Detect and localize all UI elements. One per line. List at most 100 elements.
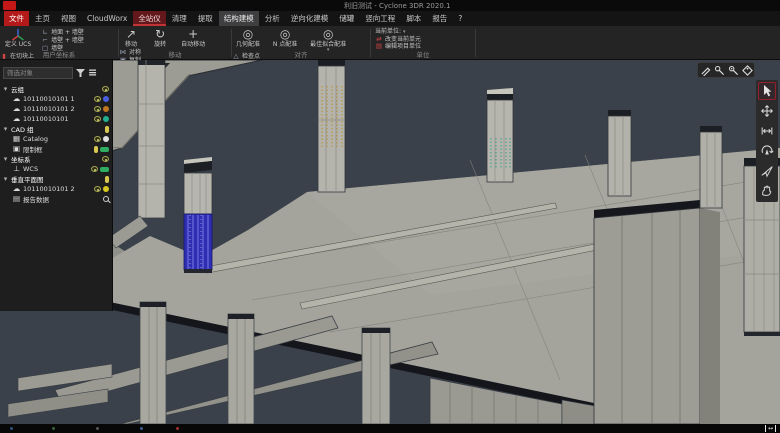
ribbon-group-align: ◎ 几何配准 ◎ N 点配准 ◎ 最佳拟合配准 ▾ △ 检查点 对齐 (232, 26, 370, 60)
auto-move-label: 自动移动 (181, 41, 205, 48)
tab-script[interactable]: 脚本 (401, 11, 426, 26)
tree-item-limit-box[interactable]: ▣ 限制框 (0, 144, 112, 154)
measure-icon[interactable] (700, 61, 711, 80)
ucs-wall-wall-button[interactable]: ⌐ 墙壁 + 墙壁 (41, 37, 84, 44)
eye-icon[interactable] (102, 156, 109, 162)
eye-icon[interactable] (94, 116, 101, 122)
tab-vertical-works[interactable]: 竖向工程 (360, 11, 400, 26)
tab-tank[interactable]: 储罐 (334, 11, 359, 26)
tab-extract[interactable]: 提取 (193, 11, 218, 26)
taskbar-dot (96, 427, 99, 430)
wcs-axis-icon: ⊥ (12, 164, 21, 174)
label-pen2-icon[interactable] (728, 61, 739, 80)
filter-funnel-icon[interactable] (76, 63, 85, 82)
current-unit-dropdown[interactable]: 当前单位: ▾ (375, 28, 475, 35)
toggle-on[interactable] (100, 147, 109, 152)
eye-icon[interactable] (91, 166, 98, 172)
chevron-down-icon[interactable]: ▾ (2, 174, 9, 184)
auto-move-button[interactable]: + 自动移动 (177, 28, 209, 48)
tab-help[interactable]: ? (453, 11, 467, 26)
tree-group-vertical-plan[interactable]: ▾ 垂直平面图 (0, 174, 112, 184)
tab-view[interactable]: 视图 (56, 11, 81, 26)
tree-item-wcs[interactable]: ⊥ WCS (0, 164, 112, 174)
taskbar-dot (176, 427, 179, 430)
label-pen-icon[interactable] (714, 61, 725, 80)
tree-group-coordinate-systems[interactable]: ▾ 坐标系 (0, 154, 112, 164)
n-point-registration-button[interactable]: ◎ N 点配准 (269, 28, 301, 48)
tab-survey[interactable]: 全站仪 (133, 11, 166, 26)
pan-hand-button[interactable] (758, 182, 776, 200)
eye-icon[interactable] (94, 106, 101, 112)
chevron-down-icon[interactable]: ▾ (2, 124, 9, 134)
tree-item-label: 10110010101 2 (23, 105, 75, 113)
tab-reverse-modeling[interactable]: 逆向化建模 (286, 11, 334, 26)
color-swatch[interactable] (103, 136, 109, 142)
point-cloud-icon: ☁ (12, 94, 21, 104)
visibility-bulb-icon[interactable] (105, 126, 109, 133)
define-ucs-label: 定义 UCS (5, 41, 31, 48)
geometry-registration-button[interactable]: ◎ 几何配准 (232, 28, 264, 48)
rotate-icon: ↻ (155, 28, 165, 41)
magnifier-icon[interactable] (103, 196, 109, 202)
tree-item-cloud-3[interactable]: ☁ 10110010101 (0, 114, 112, 124)
ribbon-group-ucs: 定义 UCS ∟ 地面 + 墙壁 ⌐ 墙壁 + 墙壁 □ 墙壁 ▮ (0, 26, 118, 60)
ucs-ground-wall-button[interactable]: ∟ 地面 + 墙壁 (41, 29, 84, 36)
rotate-button[interactable]: ↻ 旋转 (148, 28, 172, 48)
color-swatch[interactable] (103, 106, 109, 112)
color-swatch[interactable] (103, 96, 109, 102)
measure-toolbar (697, 62, 755, 78)
orbit-button[interactable] (758, 142, 776, 160)
color-swatch[interactable] (103, 116, 109, 122)
tab-home[interactable]: 主页 (30, 11, 55, 26)
tree-group-cad[interactable]: ▾ CAD 组 (0, 124, 112, 134)
current-unit-label: 当前单位: (375, 28, 401, 35)
tree-item-label: 10110010101 (23, 115, 69, 123)
tab-clean[interactable]: 清理 (167, 11, 192, 26)
project-tree-panel: ≡ ▾ 云组 ☁ 10110010101 1 ☁ 10110010101 2 ☁… (0, 60, 113, 311)
visibility-bulb-icon[interactable] (94, 146, 98, 153)
tree-item-catalog[interactable]: ▦ Catalog (0, 134, 112, 144)
filter-objects-input[interactable] (3, 67, 73, 79)
toggle-on[interactable] (100, 167, 109, 172)
fly-button[interactable] (758, 162, 776, 180)
app-icon[interactable] (3, 1, 16, 10)
tab-cloudworx[interactable]: CloudWorx (82, 11, 132, 26)
color-swatch[interactable] (103, 186, 109, 192)
tree-item-cloud-4[interactable]: ☁ 10110010101 2 (0, 184, 112, 194)
tab-structure-modeling[interactable]: 结构建模 (219, 11, 259, 26)
tree-item-report-data[interactable]: ▤ 报告数据 (0, 194, 112, 204)
navigation-toolbar (756, 80, 778, 202)
report-data-icon: ▤ (12, 194, 21, 204)
change-current-unit-button[interactable]: ⇄ 改变当前单元 (375, 36, 475, 43)
tree-item-label: WCS (23, 165, 38, 173)
select-cursor-button[interactable] (758, 82, 776, 100)
eye-icon[interactable] (94, 186, 101, 192)
tree-item-cloud-1[interactable]: ☁ 10110010101 1 (0, 94, 112, 104)
eye-icon[interactable] (102, 86, 109, 92)
hand-icon (760, 184, 774, 198)
viewport-3d[interactable] (0, 60, 780, 424)
tree-group-clouds[interactable]: ▾ 云组 (0, 84, 112, 94)
tab-report[interactable]: 报告 (427, 11, 452, 26)
tab-file[interactable]: 文件 (4, 11, 29, 26)
target-pin-icon: ◎ (323, 28, 333, 41)
chevron-down-icon[interactable]: ▾ (2, 84, 9, 94)
tree-item-cloud-2[interactable]: ☁ 10110010101 2 (0, 104, 112, 114)
eye-icon[interactable] (94, 96, 101, 102)
fit-width-button[interactable] (758, 122, 776, 140)
define-ucs-button[interactable]: 定义 UCS (0, 28, 36, 48)
eye-icon[interactable] (94, 136, 101, 142)
tree-menu-icon[interactable]: ≡ (88, 67, 97, 78)
ground-wall-icon: ∟ (41, 29, 49, 36)
tree-item-label: 报告数据 (23, 194, 49, 204)
tree-header: ≡ (0, 60, 112, 84)
tag-icon[interactable] (742, 61, 753, 80)
group-label-ucs: 用户坐标系 (0, 49, 118, 59)
tab-analysis[interactable]: 分析 (260, 11, 285, 26)
window-title: 利旧测试 - Cyclone 3DR 2020.1 (344, 1, 450, 11)
chevron-down-icon[interactable]: ▾ (2, 154, 9, 164)
translate-button[interactable]: ↗ 移动 (119, 28, 143, 48)
move-view-button[interactable] (758, 102, 776, 120)
group-label-move: 移动 (119, 49, 231, 59)
visibility-bulb-icon[interactable] (105, 176, 109, 183)
